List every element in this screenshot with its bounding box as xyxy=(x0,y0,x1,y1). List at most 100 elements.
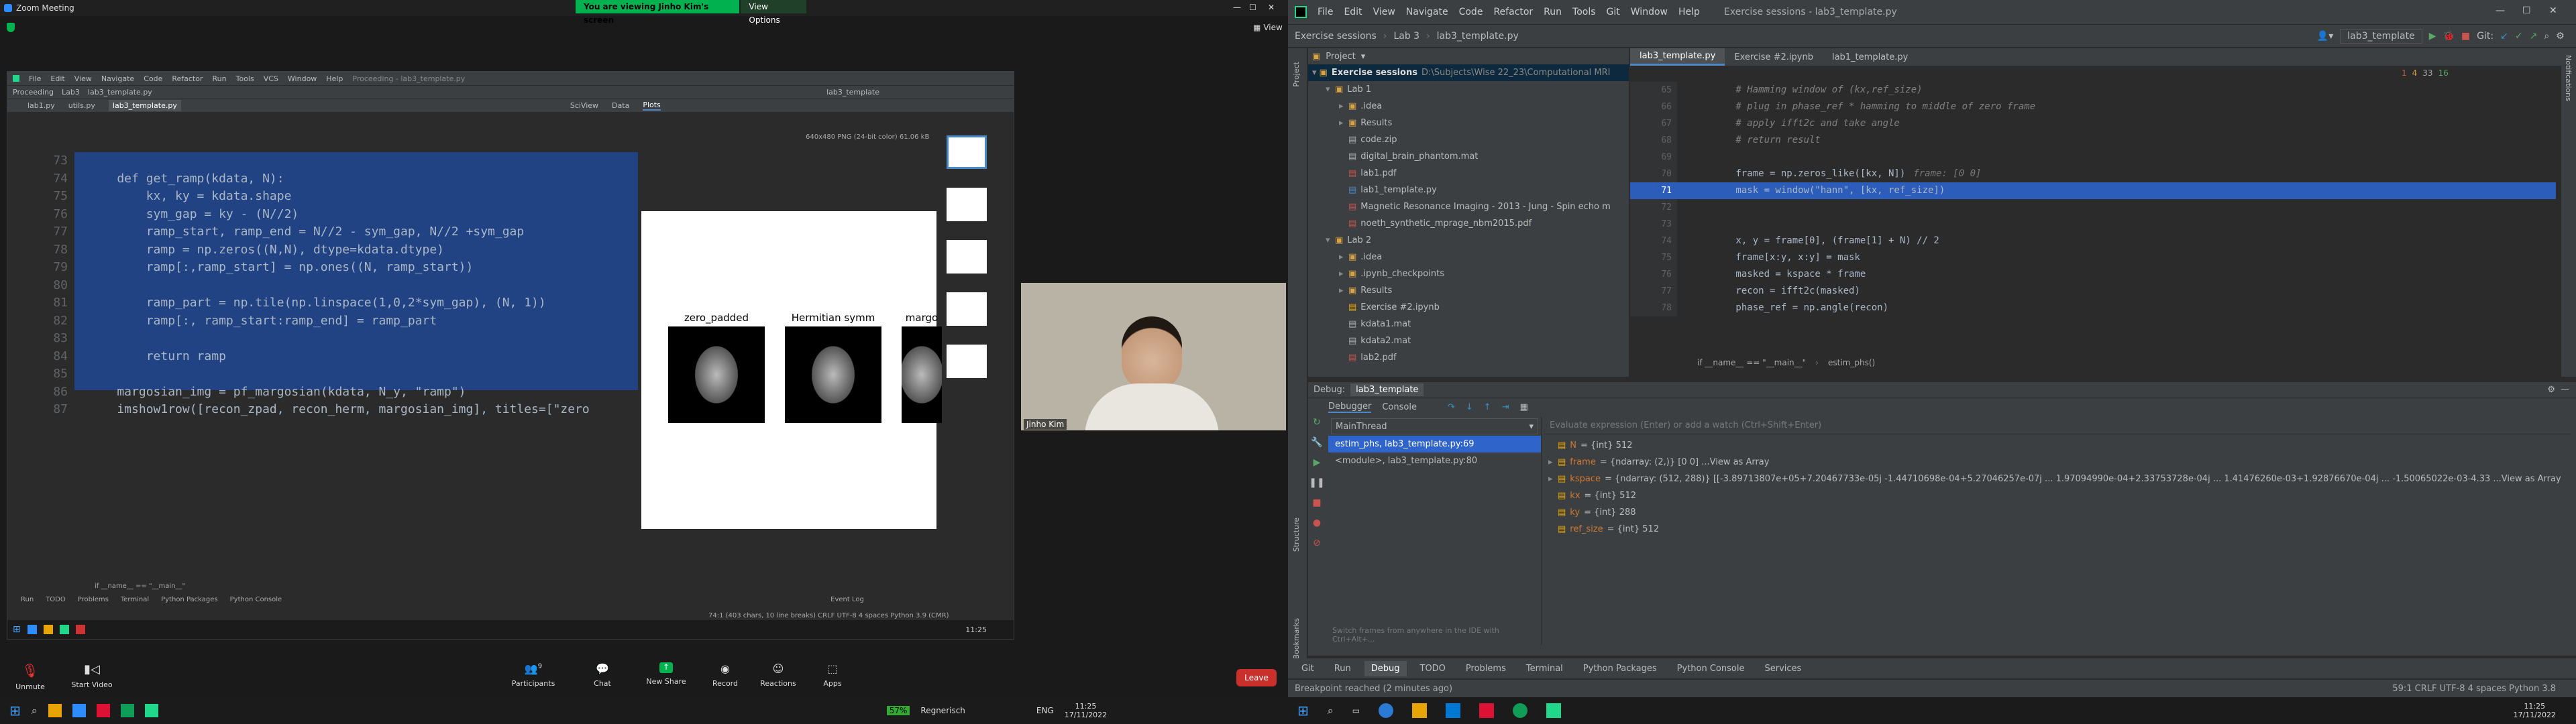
rerun-icon[interactable]: ↻ xyxy=(1313,417,1321,428)
menu-view[interactable]: View xyxy=(1373,7,1395,17)
search-icon[interactable]: ⌕ xyxy=(32,704,38,717)
shared-code-editor[interactable]: 73 74 75 76 77 78 79 80 81 82 83 84 85 86 87 def get_r… xyxy=(34,152,638,581)
breadcrumb-function[interactable]: estim_phs() xyxy=(1828,358,1875,367)
run-to-cursor-icon[interactable]: ⇥ xyxy=(1502,402,1509,412)
tree-item-zip[interactable]: ▤ code.zip xyxy=(1308,131,1629,148)
taskbar-app-icon[interactable] xyxy=(120,704,134,717)
tree-item-folder[interactable]: ▸ ▣ .ipynb_checkpoints xyxy=(1308,265,1629,282)
structure-tool-tab[interactable]: Structure xyxy=(1292,518,1301,552)
project-tool-tab[interactable]: Project xyxy=(1292,62,1301,87)
tree-item-mat[interactable]: ▤ kdata2.mat xyxy=(1308,333,1629,349)
plot-thumbnail[interactable] xyxy=(947,240,987,274)
shared-menu-tools[interactable]: Tools xyxy=(236,74,254,83)
shared-breadcrumb-project[interactable]: Proceeding xyxy=(13,88,54,97)
windows-start-icon[interactable]: ⊞ xyxy=(13,624,21,635)
tree-item-py[interactable]: ▤ lab1_template.py xyxy=(1308,182,1629,198)
variable-row[interactable]: ▤ ref_size = {int} 512 xyxy=(1544,521,2571,538)
bottom-tab-debug[interactable]: Debug xyxy=(1364,660,1407,676)
breadcrumb-folder[interactable]: Lab 3 xyxy=(1393,31,1419,42)
bottom-tab-problems[interactable]: Problems xyxy=(1459,661,1513,676)
plot-thumbnail[interactable] xyxy=(947,188,987,221)
run-icon[interactable]: ▶ xyxy=(2429,31,2436,42)
tree-item-folder[interactable]: ▸ ▣ .idea xyxy=(1308,249,1629,265)
minimize-button[interactable]: — xyxy=(2496,5,2505,16)
run-config-select[interactable]: lab3_template xyxy=(2340,28,2422,44)
left-clock[interactable]: 11:25 17/11/2022 xyxy=(1065,702,1107,719)
shared-breadcrumb-folder[interactable]: Lab3 xyxy=(62,88,80,97)
participants-button[interactable]: 👥9 Participants xyxy=(503,662,564,688)
maximize-button[interactable]: ☐ xyxy=(1249,3,1256,12)
leave-button[interactable]: Leave xyxy=(1236,669,1277,686)
editor-tab-lab1[interactable]: lab1_template.py xyxy=(1823,50,1917,65)
sciview-tab[interactable]: SciView xyxy=(570,101,598,110)
variable-row[interactable]: ▸ ▤ frame = {ndarray: (2,)} [0 0] ...View a… xyxy=(1544,454,2571,471)
tree-item-pdf[interactable]: ▤ noeth_synthetic_mprage_nbm2015.pdf xyxy=(1308,215,1629,232)
plots-tab[interactable]: Plots xyxy=(643,101,661,111)
menu-git[interactable]: Git xyxy=(1607,7,1620,17)
editor-tab-exercise2[interactable]: Exercise #2.ipynb xyxy=(1725,50,1823,65)
menu-run[interactable]: Run xyxy=(1544,7,1562,17)
search-icon[interactable]: ⌕ xyxy=(1328,704,1334,717)
bottom-tab-python-console[interactable]: Python Console xyxy=(1670,661,1752,676)
taskbar-app-icon[interactable] xyxy=(1412,703,1428,718)
shared-console-tab[interactable]: Python Console xyxy=(230,596,282,603)
shared-event-log[interactable]: Event Log xyxy=(830,596,864,603)
expand-arrow-icon[interactable]: ▸ xyxy=(1548,457,1558,467)
shared-menu-view[interactable]: View xyxy=(74,74,92,83)
shared-tab-utils[interactable]: utils.py xyxy=(68,101,95,110)
gear-icon[interactable]: ⚙ xyxy=(2547,385,2555,395)
taskbar-app-icon[interactable] xyxy=(1479,703,1495,718)
settings-icon[interactable]: 🔧 xyxy=(1311,437,1322,448)
weather-text[interactable]: Regnerisch xyxy=(920,706,965,715)
reactions-button[interactable]: ☺ Reactions xyxy=(748,662,808,688)
record-button[interactable]: ◉ Record xyxy=(695,662,755,688)
shared-menu-file[interactable]: File xyxy=(29,74,41,83)
step-out-icon[interactable]: ↑ xyxy=(1484,402,1491,412)
bookmarks-tool-tab[interactable]: Bookmarks xyxy=(1292,618,1301,659)
shared-menu-edit[interactable]: Edit xyxy=(50,74,64,83)
debug-config-tab[interactable]: lab3_template xyxy=(1350,383,1424,396)
menu-navigate[interactable]: Navigate xyxy=(1406,7,1448,17)
task-view-icon[interactable]: ▭ xyxy=(1352,706,1360,715)
bottom-tab-services[interactable]: Services xyxy=(1758,661,1808,676)
plot-thumbnail[interactable] xyxy=(947,135,987,169)
project-label[interactable]: Project xyxy=(1326,52,1355,62)
notifications-tool-tab[interactable]: Notifications xyxy=(2564,55,2573,101)
tree-item-folder[interactable]: ▾ ▣ Lab 1 xyxy=(1308,81,1629,98)
taskbar-app-icon[interactable] xyxy=(1446,703,1461,718)
view-button[interactable]: ▦ View xyxy=(1253,23,1283,32)
shared-terminal-tab[interactable]: Terminal xyxy=(121,596,149,603)
minimize-button[interactable]: — xyxy=(1233,3,1241,12)
git-push-icon[interactable]: ↗ xyxy=(2530,31,2538,42)
share-screen-button[interactable]: ↑ New Share xyxy=(636,662,696,686)
git-commit-icon[interactable]: ✓ xyxy=(2515,31,2523,42)
bottom-tab-todo[interactable]: TODO xyxy=(1413,661,1452,676)
shared-run-config[interactable]: lab3_template xyxy=(826,88,879,97)
right-clock[interactable]: 11:25 17/11/2022 xyxy=(2514,702,2556,719)
menu-code[interactable]: Code xyxy=(1459,7,1483,17)
debug-icon[interactable]: 🐞 xyxy=(2443,31,2454,42)
tree-item-folder[interactable]: ▸ ▣ Results xyxy=(1308,282,1629,299)
taskbar-app-icon[interactable] xyxy=(43,625,53,634)
breadcrumb-file[interactable]: lab3_template.py xyxy=(1437,31,1519,42)
editor-tab-lab3[interactable]: lab3_template.py xyxy=(1630,48,1725,66)
tree-item-pdf[interactable]: ▤ Magnetic Resonance Imaging - 2013 - Jun… xyxy=(1308,198,1629,215)
shared-todo-tab[interactable]: TODO xyxy=(46,596,66,603)
menu-help[interactable]: Help xyxy=(1678,7,1700,17)
windows-start-icon[interactable]: ⊞ xyxy=(9,703,21,719)
shared-tab-lab1[interactable]: lab1.py xyxy=(28,101,55,110)
stop-icon[interactable]: ■ xyxy=(2461,31,2470,42)
shared-packages-tab[interactable]: Python Packages xyxy=(161,596,218,603)
taskbar-app-icon[interactable] xyxy=(1379,703,1394,718)
bottom-tab-git[interactable]: Git xyxy=(1295,661,1321,676)
variable-row[interactable]: ▤ N = {int} 512 xyxy=(1544,437,2571,454)
inspections-widget[interactable]: 1 4 33 16 xyxy=(2402,68,2449,78)
tree-item-folder[interactable]: ▾ ▣ Lab 2 xyxy=(1308,232,1629,249)
breadcrumb-main[interactable]: if __name__ == "__main__" xyxy=(1697,358,1806,367)
evaluate-icon[interactable]: ▦ xyxy=(1520,402,1528,412)
menu-refactor[interactable]: Refactor xyxy=(1493,7,1533,17)
frame-item[interactable]: <module>, lab3_template.py:80 xyxy=(1328,452,1541,469)
taskbar-app-icon[interactable] xyxy=(27,625,37,634)
debugger-tab[interactable]: Debugger xyxy=(1328,402,1372,413)
data-tab[interactable]: Data xyxy=(612,101,629,110)
